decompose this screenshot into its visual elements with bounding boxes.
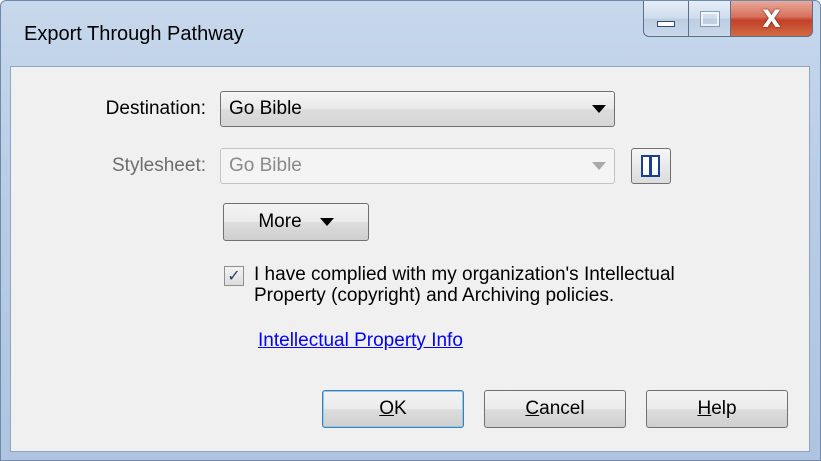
ok-mnemonic: O	[379, 398, 395, 419]
chevron-down-icon	[592, 105, 606, 113]
stylesheet-edit-button[interactable]	[631, 148, 671, 184]
compliance-line-2: Property (copyright) and Archiving polic…	[254, 285, 615, 306]
window-title: Export Through Pathway	[24, 23, 244, 45]
ip-info-link[interactable]: Intellectual Property Info	[258, 330, 463, 352]
help-mnemonic: H	[697, 398, 712, 419]
destination-label: Destination:	[105, 98, 206, 119]
more-button[interactable]: More	[223, 203, 369, 241]
dialog-window: Export Through Pathway X Destination: Go…	[0, 0, 821, 461]
maximize-icon	[699, 10, 720, 27]
close-icon: X	[762, 4, 781, 33]
caption-buttons: X	[643, 1, 813, 37]
stylesheet-select[interactable]: Go Bible	[220, 148, 615, 184]
ok-label-rest: K	[394, 398, 407, 419]
cancel-button[interactable]: Cancel	[484, 390, 626, 428]
checkmark-icon: ✓	[227, 266, 241, 285]
compliance-line-1: I have complied with my organization's I…	[254, 264, 675, 285]
chevron-down-icon	[592, 162, 606, 170]
compliance-checkbox[interactable]: ✓	[224, 266, 244, 286]
stylesheet-label: Stylesheet:	[112, 155, 206, 176]
minimize-icon	[657, 20, 675, 27]
minimize-button[interactable]	[643, 1, 689, 37]
destination-value: Go Bible	[229, 98, 302, 119]
dialog-body: Destination: Go Bible Stylesheet: Go Bib…	[10, 66, 810, 452]
cancel-label-rest: ancel	[539, 398, 585, 419]
stylesheet-value: Go Bible	[229, 155, 302, 176]
chevron-down-icon	[319, 218, 334, 226]
maximize-button[interactable]	[689, 1, 731, 37]
compliance-text: I have complied with my organization's I…	[254, 264, 675, 306]
book-icon	[641, 155, 660, 177]
ok-button[interactable]: OK	[322, 390, 464, 428]
help-button[interactable]: Help	[646, 390, 788, 428]
more-label: More	[258, 211, 302, 232]
close-button[interactable]: X	[731, 1, 813, 37]
cancel-mnemonic: C	[525, 398, 540, 419]
destination-select[interactable]: Go Bible	[220, 91, 615, 127]
help-label-rest: elp	[711, 398, 737, 419]
